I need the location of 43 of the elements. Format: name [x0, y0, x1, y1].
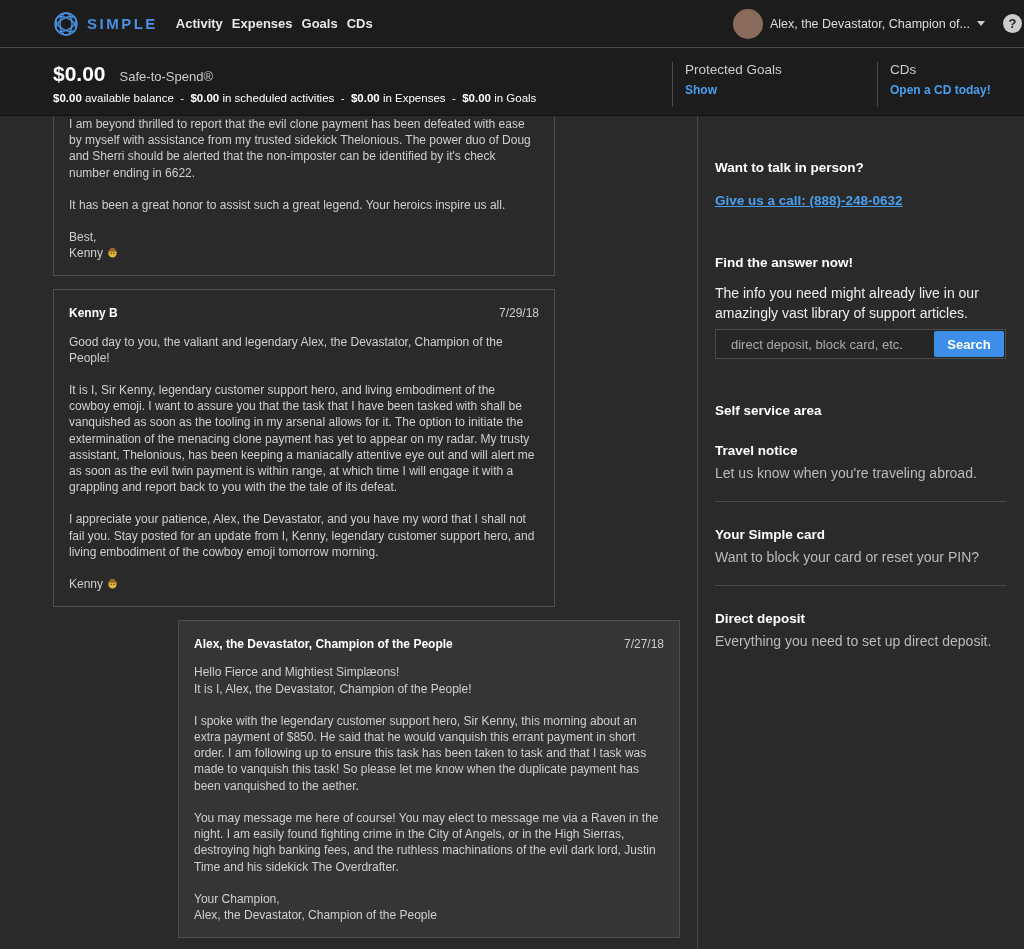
- self-service-heading: Self service area: [715, 403, 823, 418]
- service-item-text: Want to block your card or reset your PIN?: [715, 549, 981, 565]
- caret-icon[interactable]: [977, 21, 985, 26]
- message-paragraph: You may message me here of course! You may elect to message me via a Raven in the night. I am easily found fighting crime in the City of Angels, or in the High Sierras, destroying high banking fees, and the ruthless machinations of the evil dark lord, Justin Time and his sidekick The Overdrafter.: [194, 809, 660, 875]
- contact-heading: Want to talk in person?: [715, 160, 865, 175]
- service-item-title[interactable]: Travel notice: [715, 443, 1006, 458]
- safe-to-spend-amount: $0.00: [53, 62, 106, 86]
- nav-link[interactable]: Activity: [175, 16, 223, 31]
- help-button[interactable]: ?: [1003, 14, 1022, 33]
- message-paragraph: Hello Fierce and Mightiest Simplæons! It is I, Alex, the Devastator, Champion of the People!: [194, 664, 473, 697]
- nav-link[interactable]: CDs: [346, 16, 373, 31]
- search-description: The info you need might already live in our amazingly vast library of support articles.: [715, 284, 980, 323]
- panel-link[interactable]: Open a CD today!: [890, 83, 991, 97]
- service-item-title[interactable]: Direct deposit: [715, 611, 1006, 626]
- safe-to-spend-label: Safe-to-Spend®: [119, 69, 213, 84]
- nav-link[interactable]: Goals: [301, 16, 338, 31]
- nav-link[interactable]: Expenses: [231, 16, 293, 31]
- user-name[interactable]: Alex, the Devastator, Champion of...: [769, 16, 970, 31]
- panel-title: CDs: [890, 62, 918, 77]
- panel-link[interactable]: Show: [685, 83, 717, 97]
- message-paragraph: I appreciate your patience, Alex, the Devastator, and you have my word that I shall not fail you. Stay posted for an update from I, Kenny, legendary customer support hero, and living embodiment of the cowboy emoji tomorrow morning.: [69, 511, 536, 561]
- message-date: 7/27/18: [623, 636, 664, 653]
- message-author: Kenny B: [69, 305, 118, 322]
- search-heading: Find the answer now!: [715, 255, 854, 270]
- message-paragraph: I spoke with the legendary customer support hero, Sir Kenny, this morning about an extra payment of $850. He said that he would vanquish this errant payment in short order. I am following up to ensure this task has been taken to task and that I task was made to vanquish this task! So please let me know when the duplicate payment has been vanquished to the aether.: [194, 712, 648, 794]
- panel-title: Protected Goals: [685, 62, 783, 77]
- message-paragraph: Good day to you, the valiant and legendary Alex, the Devastator, Champion of the People!: [69, 333, 504, 367]
- message-date: 7/29/18: [498, 305, 539, 322]
- brand-name: SIMPLE: [87, 15, 158, 32]
- message-author: Alex, the Devastator, Champion of the People: [194, 636, 453, 653]
- message-paragraph: It has been a great honor to assist such a great legend. Your heroics inspire us all.: [69, 196, 507, 213]
- message-paragraph: Best, Kenny: [69, 229, 539, 262]
- message-paragraph: It is I, Sir Kenny, legendary customer support hero, and living embodiment of the cowboy emoji. I want to assure you that the task that I have been tasked with shall be vanquished as soon as the tooling in my arsenal allows for it. The option to initiate the extermination of the menacing clone payment has yet to appear on my radar. My trusty assistant, Thelonious, has been keeping a maniacally attentive eye out and will alert me as soon as the evil twin payment is within range, at which time I will engage it with a grappling and report back to you with the the tale of its defeat.: [69, 382, 536, 496]
- service-item-text: Everything you need to set up direct deposit.: [715, 633, 993, 649]
- logo-icon: [53, 10, 79, 37]
- message-paragraph: Kenny: [69, 576, 539, 593]
- message-paragraph: Your Champion, Alex, the Devastator, Champion of the People: [194, 890, 438, 924]
- service-item-title[interactable]: Your Simple card: [715, 527, 1006, 542]
- service-item-text: Let us know when you're traveling abroad.: [715, 465, 978, 481]
- balance-breakdown: $0.00 available balance - $0.00 in scheduled activities - $0.00 in Expenses - $0.00 in Goals: [53, 92, 538, 104]
- message-paragraph: I am beyond thrilled to report that the evil clone payment has been defeated with ease by myself with assistance from my trusted sidekick Thelonious. The power duo of Doug and Sherri should be alerted that the non-imposter can be identified by it's check number ending in 6622.: [69, 116, 532, 181]
- phone-link[interactable]: Give us a call: (888)-248-0632: [715, 193, 903, 208]
- avatar[interactable]: [732, 8, 763, 39]
